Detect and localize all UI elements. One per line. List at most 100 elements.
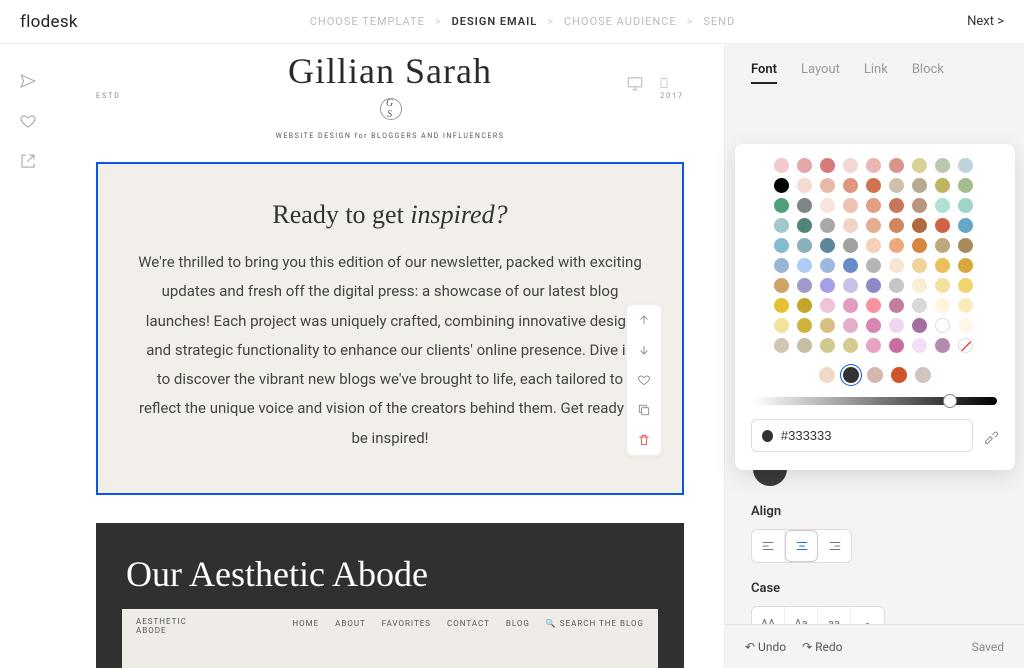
color-swatch[interactable] [866,298,881,313]
color-swatch[interactable] [843,158,858,173]
color-swatch[interactable] [958,158,973,173]
color-swatch[interactable] [889,198,904,213]
selected-text-block[interactable]: Ready to get inspired? We're thrilled to… [96,162,684,495]
step-send[interactable]: SEND [703,15,735,28]
color-swatch[interactable] [820,238,835,253]
tab-link[interactable]: Link [864,62,888,84]
color-swatch[interactable] [774,278,789,293]
color-swatch[interactable] [866,178,881,193]
color-swatch[interactable] [866,318,881,333]
redo-button[interactable]: ↷ Redo [802,640,842,654]
slider-knob[interactable] [943,394,957,408]
tab-block[interactable]: Block [912,62,944,84]
send-icon[interactable] [19,72,37,90]
align-center-button[interactable] [785,530,818,562]
color-swatch[interactable] [912,218,927,233]
color-swatch[interactable] [889,318,904,333]
color-swatch[interactable] [843,218,858,233]
color-swatch[interactable] [820,338,835,353]
color-swatch[interactable] [797,238,812,253]
move-down-button[interactable] [627,335,661,365]
recent-color-swatch[interactable] [843,367,859,383]
color-swatch[interactable] [866,218,881,233]
color-swatch[interactable] [958,258,973,273]
color-swatch[interactable] [774,338,789,353]
color-swatch[interactable] [958,318,973,333]
logo-block[interactable]: Gillian Sarah ESTD G S 2017 WEBSITE DESI… [96,44,684,156]
color-swatch[interactable] [889,298,904,313]
color-swatch[interactable] [797,258,812,273]
tab-font[interactable]: Font [751,62,777,84]
color-swatch[interactable] [843,338,858,353]
color-swatch[interactable] [843,238,858,253]
color-swatch[interactable] [889,338,904,353]
external-link-icon[interactable] [19,152,37,170]
color-swatch[interactable] [843,318,858,333]
color-swatch[interactable] [935,198,950,213]
move-up-button[interactable] [627,305,661,335]
favorite-button[interactable] [627,365,661,395]
color-swatch[interactable] [797,318,812,333]
color-swatch[interactable] [843,178,858,193]
color-swatch[interactable] [958,298,973,313]
color-swatch[interactable] [820,258,835,273]
color-swatch[interactable] [774,298,789,313]
color-swatch[interactable] [958,198,973,213]
color-swatch[interactable] [958,218,973,233]
brightness-slider[interactable] [753,397,997,405]
color-swatch[interactable] [774,178,789,193]
color-swatch[interactable] [889,218,904,233]
desktop-icon[interactable] [626,74,644,92]
color-swatch[interactable] [797,278,812,293]
delete-button[interactable] [627,425,661,455]
brand-logo[interactable]: flodesk [20,12,78,32]
hex-text-input[interactable] [781,428,962,443]
color-swatch[interactable] [958,278,973,293]
color-swatch[interactable] [820,218,835,233]
align-left-button[interactable] [752,530,785,562]
color-swatch[interactable] [797,298,812,313]
color-swatch[interactable] [820,198,835,213]
color-swatch[interactable] [774,198,789,213]
color-swatch[interactable] [935,218,950,233]
color-swatch[interactable] [843,198,858,213]
color-swatch[interactable] [935,278,950,293]
color-swatch[interactable] [866,258,881,273]
color-swatch[interactable] [935,318,950,333]
color-swatch[interactable] [912,238,927,253]
color-swatch[interactable] [935,258,950,273]
color-swatch[interactable] [912,318,927,333]
color-swatch[interactable] [797,218,812,233]
color-swatch[interactable] [912,158,927,173]
recent-color-swatch[interactable] [867,367,883,383]
color-swatch[interactable] [866,198,881,213]
color-swatch[interactable] [935,298,950,313]
color-swatch[interactable] [820,178,835,193]
color-swatch[interactable] [889,178,904,193]
color-swatch[interactable] [820,278,835,293]
color-swatch[interactable] [866,238,881,253]
color-swatch[interactable] [958,178,973,193]
color-swatch[interactable] [774,218,789,233]
undo-button[interactable]: ↶ Undo [745,640,786,654]
color-swatch[interactable] [889,258,904,273]
color-swatch[interactable] [958,238,973,253]
color-swatch[interactable] [912,298,927,313]
align-right-button[interactable] [818,530,851,562]
color-swatch[interactable] [843,278,858,293]
color-swatch[interactable] [820,298,835,313]
step-design-email[interactable]: DESIGN EMAIL [452,15,538,28]
color-swatch[interactable] [774,238,789,253]
color-swatch[interactable] [774,158,789,173]
color-swatch[interactable] [774,318,789,333]
duplicate-button[interactable] [627,395,661,425]
color-swatch[interactable] [935,338,950,353]
color-swatch[interactable] [820,318,835,333]
color-swatch[interactable] [797,158,812,173]
color-swatch[interactable] [912,338,927,353]
color-swatch[interactable] [866,338,881,353]
color-swatch[interactable] [797,198,812,213]
color-swatch[interactable] [843,298,858,313]
image-block[interactable]: Our Aesthetic Abode AESTHETIC ABODE HOME… [96,523,684,668]
color-swatch[interactable] [935,178,950,193]
